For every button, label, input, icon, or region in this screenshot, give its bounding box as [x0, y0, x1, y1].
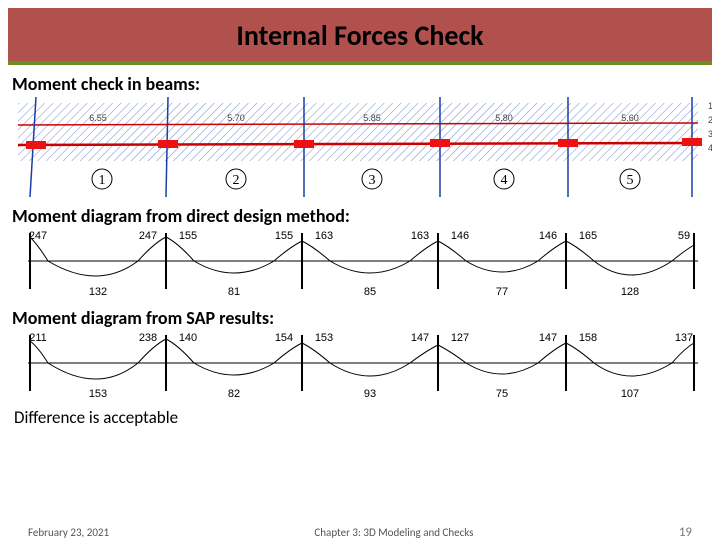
svg-text:82: 82 [228, 388, 240, 400]
svg-text:128: 128 [621, 286, 639, 298]
svg-text:132: 132 [89, 286, 107, 298]
svg-text:3: 3 [369, 173, 376, 188]
footer-page-number: 19 [679, 525, 692, 540]
slide-footer: February 23, 2021 Chapter 3: 3D Modeling… [0, 525, 720, 540]
section-heading-3: Moment diagram from SAP results: [0, 299, 720, 331]
svg-text:4: 4 [708, 143, 712, 153]
svg-text:153: 153 [315, 332, 333, 344]
svg-text:59: 59 [678, 230, 690, 242]
svg-text:77: 77 [496, 286, 508, 298]
svg-text:3: 3 [708, 129, 712, 139]
svg-text:158: 158 [579, 332, 597, 344]
svg-text:247: 247 [139, 230, 157, 242]
svg-text:155: 155 [275, 230, 293, 242]
svg-text:163: 163 [315, 230, 333, 242]
svg-text:147: 147 [411, 332, 429, 344]
svg-text:107: 107 [621, 388, 639, 400]
moment-diagram-direct: 247 247 155 155 163 163 146 146 165 59 1… [0, 229, 720, 299]
svg-text:140: 140 [179, 332, 197, 344]
svg-text:5.85: 5.85 [363, 113, 381, 123]
svg-text:4: 4 [501, 173, 508, 188]
svg-text:2: 2 [708, 115, 712, 125]
svg-text:85: 85 [364, 286, 376, 298]
svg-text:93: 93 [364, 388, 376, 400]
footer-chapter: Chapter 3: 3D Modeling and Checks [314, 526, 473, 539]
svg-text:5: 5 [627, 173, 634, 188]
svg-text:146: 146 [451, 230, 469, 242]
svg-text:137: 137 [675, 332, 693, 344]
section-heading-2: Moment diagram from direct design method… [0, 197, 720, 229]
svg-text:75: 75 [496, 388, 508, 400]
svg-text:211: 211 [29, 332, 47, 344]
svg-text:154: 154 [275, 332, 293, 344]
svg-text:5.60: 5.60 [621, 113, 639, 123]
svg-text:81: 81 [228, 286, 240, 298]
svg-text:165: 165 [579, 230, 597, 242]
svg-text:2: 2 [233, 173, 240, 188]
conclusion-text: Difference is acceptable [0, 401, 720, 434]
svg-text:5.80: 5.80 [495, 113, 513, 123]
svg-text:127: 127 [451, 332, 469, 344]
svg-text:153: 153 [89, 388, 107, 400]
svg-text:1: 1 [708, 101, 712, 111]
svg-text:247: 247 [29, 230, 47, 242]
svg-text:5.70: 5.70 [227, 113, 245, 123]
svg-text:163: 163 [411, 230, 429, 242]
moment-diagram-sap: 211 238 140 154 153 147 127 147 158 137 … [0, 331, 720, 401]
slide-title: Internal Forces Check [8, 8, 712, 65]
svg-text:155: 155 [179, 230, 197, 242]
svg-text:1: 1 [99, 173, 106, 188]
beam-plan-diagram: 6.55 5.70 5.85 5.80 5.60 1 2 3 4 5 1 2 3… [0, 97, 720, 197]
section-heading-1: Moment check in beams: [0, 65, 720, 97]
svg-text:6.55: 6.55 [89, 113, 107, 123]
svg-text:147: 147 [539, 332, 557, 344]
svg-text:146: 146 [539, 230, 557, 242]
footer-date: February 23, 2021 [28, 526, 109, 539]
svg-text:238: 238 [139, 332, 157, 344]
